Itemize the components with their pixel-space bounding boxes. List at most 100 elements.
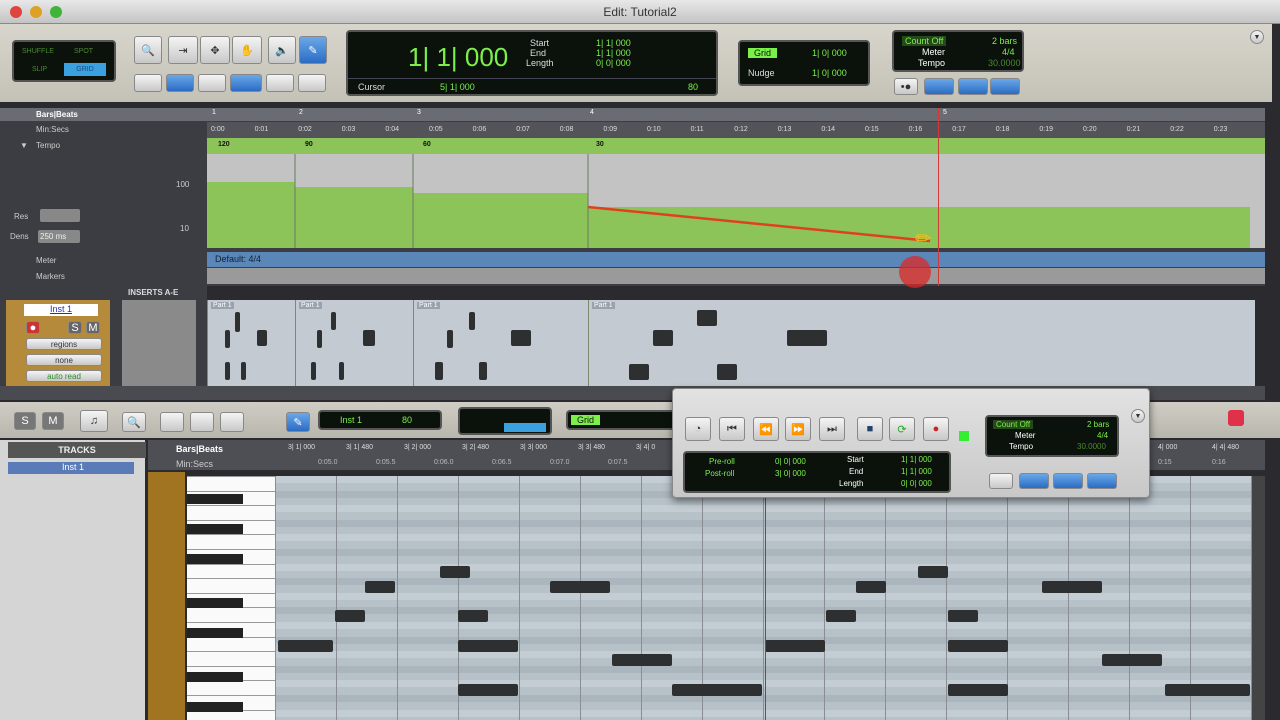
density-selector[interactable]: 250 ms (38, 230, 80, 243)
play-button[interactable]: ⟳ (889, 417, 915, 441)
midi-mute-button[interactable]: M (42, 412, 64, 430)
markers-ruler-label[interactable]: Markers (36, 272, 65, 281)
track-list-item[interactable]: Inst 1 (8, 462, 134, 474)
record-button[interactable]: ● (923, 417, 949, 441)
meter-ruler[interactable]: Default: 4/4 (207, 252, 1265, 267)
transport-tempo-value[interactable]: 30.0000 (1077, 442, 1106, 451)
transport-countoff-toggle[interactable]: Count Off (993, 420, 1034, 429)
midi-clip[interactable]: Part 1 (207, 300, 295, 386)
nudge-label[interactable]: Nudge (748, 68, 775, 78)
transport-length-value[interactable]: 0| 0| 000 (901, 479, 932, 488)
nudge-value[interactable]: 1| 0| 000 (812, 68, 847, 78)
insertion-follows-button[interactable] (298, 74, 326, 92)
piano-keyboard[interactable] (187, 476, 275, 720)
tempo-value[interactable]: 30.0000 (988, 58, 1021, 68)
transport-record-mode-button[interactable] (989, 473, 1013, 489)
countoff-bars[interactable]: 2 bars (992, 36, 1017, 46)
track-name-field[interactable]: Inst 1 (24, 304, 98, 316)
transport-wait-note-button[interactable] (1019, 473, 1049, 489)
min-secs-ruler-label[interactable]: Min:Secs (36, 125, 69, 134)
midi-min-secs-label[interactable]: Min:Secs (176, 459, 213, 469)
expand-triangle-icon[interactable]: ▼ (20, 141, 28, 150)
midi-grid-toggle[interactable]: Grid (571, 415, 601, 425)
postroll-value[interactable]: 3| 0| 000 (775, 469, 806, 478)
record-mode-button[interactable]: •● (894, 78, 918, 95)
automation-mode-selector[interactable]: auto read (26, 370, 102, 382)
transport-countoff-bars[interactable]: 2 bars (1087, 420, 1109, 429)
transport-meter-value[interactable]: 4/4 (1097, 431, 1108, 440)
scrubber-tool[interactable]: 🔈 (268, 36, 296, 64)
playlist-selector[interactable]: none (26, 354, 102, 366)
postroll-label[interactable]: Post-roll (705, 469, 734, 478)
start-value[interactable]: 1| 1| 000 (596, 38, 631, 48)
solo-button[interactable]: S (68, 321, 82, 334)
online-button[interactable]: ◔ (685, 417, 711, 441)
trim-tool[interactable]: ⇥ (168, 36, 198, 64)
midi-edit-mode[interactable] (458, 407, 552, 435)
preroll-label[interactable]: Pre-roll (709, 457, 735, 466)
midi-clip[interactable]: Part 1 (588, 300, 1255, 386)
midi-grabber-tool[interactable] (220, 412, 244, 432)
transport-start-value[interactable]: 1| 1| 000 (901, 455, 932, 464)
meter-ruler-label[interactable]: Meter (36, 256, 56, 265)
midi-bars-beats-label[interactable]: Bars|Beats (176, 444, 223, 454)
spot-mode[interactable]: SPOT (74, 48, 93, 55)
bars-beats-ruler[interactable]: 1 2 3 4 5 (207, 108, 1265, 121)
midi-trim-tool[interactable] (160, 412, 184, 432)
fast-forward-button[interactable]: ⏩ (785, 417, 811, 441)
midi-track-selector[interactable]: Inst 1 80 (318, 410, 442, 430)
length-value[interactable]: 0| 0| 000 (596, 58, 631, 68)
mirror-midi-button[interactable] (198, 74, 226, 92)
grid-toggle[interactable]: Grid (748, 48, 778, 58)
end-value[interactable]: 1| 1| 000 (596, 48, 631, 58)
meter-value[interactable]: 4/4 (1002, 47, 1015, 57)
slip-mode[interactable]: SLIP (32, 66, 47, 73)
tab-to-transients-button[interactable] (166, 74, 194, 92)
metronome-button[interactable] (958, 78, 988, 95)
markers-ruler[interactable] (207, 268, 1265, 284)
pencil-tool[interactable]: ✎ (299, 36, 327, 64)
vertical-scrollbar[interactable] (1252, 476, 1265, 720)
zoomer-tool[interactable]: 🔍 (134, 36, 162, 64)
return-to-zero-button[interactable]: ⏮ (719, 417, 745, 441)
wait-for-note-button[interactable] (924, 78, 954, 95)
midi-pencil-tool[interactable]: ✎ (286, 412, 310, 432)
record-enable-button[interactable]: ● (26, 321, 40, 334)
midi-grid-display[interactable]: Grid (566, 410, 676, 430)
resolution-selector[interactable] (40, 209, 80, 222)
midi-zoomer-tool[interactable]: 🔍 (122, 412, 146, 432)
close-window-button[interactable] (10, 6, 22, 18)
main-counter-value[interactable]: 1| 1| 000 (408, 42, 508, 73)
midi-selector-tool[interactable] (190, 412, 214, 432)
toolbar-menu-button[interactable]: ▼ (1250, 30, 1264, 44)
selector-tool[interactable]: ✥ (200, 36, 230, 64)
tempo-ruler-label[interactable]: Tempo (36, 141, 60, 150)
grid-mode[interactable]: GRID (64, 63, 106, 76)
countoff-toggle[interactable]: Count Off (902, 36, 947, 46)
zoom-window-button[interactable] (50, 6, 62, 18)
insert-slots[interactable] (122, 300, 196, 386)
close-editor-button[interactable] (1228, 410, 1244, 426)
notes-button[interactable]: ♫ (80, 410, 108, 432)
note-velocity[interactable]: 80 (402, 415, 412, 425)
transport-midi-merge-button[interactable] (1087, 473, 1117, 489)
midi-merge-button[interactable] (990, 78, 1020, 95)
zoom-toggle-button[interactable] (134, 74, 162, 92)
piano-roll-grid[interactable] (275, 476, 1252, 720)
link-track-button[interactable] (266, 74, 294, 92)
transport-menu-button[interactable]: ▼ (1131, 409, 1145, 423)
playhead[interactable] (938, 108, 939, 286)
preroll-value[interactable]: 0| 0| 000 (775, 457, 806, 466)
track-view-selector[interactable]: regions (26, 338, 102, 350)
transport-end-value[interactable]: 1| 1| 000 (901, 467, 932, 476)
bars-beats-ruler-label[interactable]: Bars|Beats (0, 108, 207, 121)
min-secs-ruler[interactable]: 0:00 0:01 0:02 0:03 0:04 0:05 0:06 0:07 0:08 0:09… (207, 122, 1265, 138)
tempo-graph[interactable] (207, 154, 1265, 248)
shuffle-mode[interactable]: SHUFFLE (22, 48, 54, 55)
stop-button[interactable]: ■ (857, 417, 883, 441)
link-timeline-button[interactable] (230, 74, 262, 92)
mute-button[interactable]: M (86, 321, 100, 334)
midi-velocity-value[interactable]: 80 (688, 82, 698, 92)
grid-value[interactable]: 1| 0| 000 (812, 48, 847, 58)
grabber-tool[interactable]: ✋ (232, 36, 262, 64)
